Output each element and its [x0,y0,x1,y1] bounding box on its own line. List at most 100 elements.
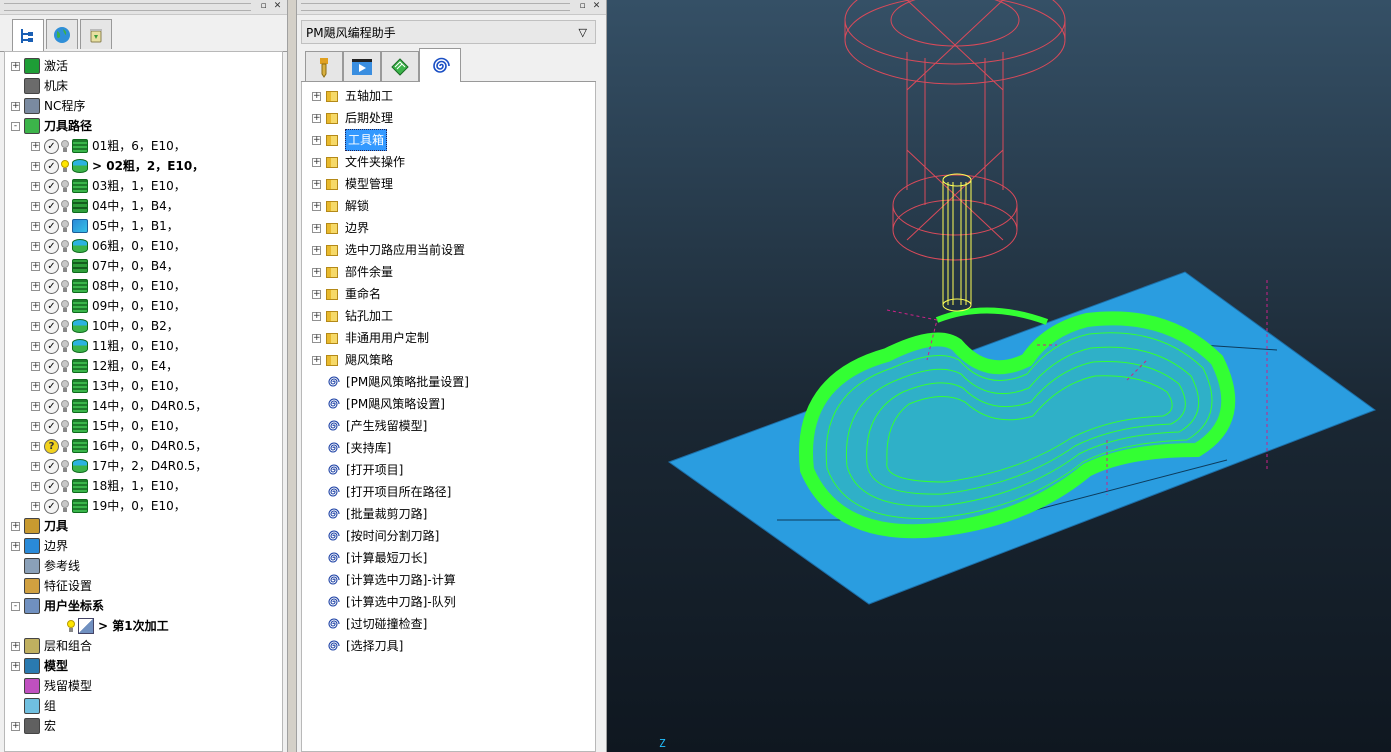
expand-icon[interactable]: + [31,461,40,471]
assistant-command[interactable]: [过切碰撞检查] [326,614,427,634]
lightbulb-icon[interactable] [61,220,69,232]
lightbulb-icon[interactable] [61,460,69,472]
expand-icon[interactable]: + [312,311,321,321]
expand-icon[interactable]: + [31,281,40,291]
expand-icon[interactable]: + [11,521,20,531]
tree-node[interactable]: + 宏 [11,716,56,736]
expand-icon[interactable]: + [31,301,40,311]
lightbulb-icon[interactable] [61,400,69,412]
expand-icon[interactable]: + [31,441,40,451]
assistant-titlebar[interactable]: ▫ ✕ [297,0,606,15]
tree-node[interactable]: 残留模型 [11,676,92,696]
assistant-folder[interactable]: + 边界 [312,218,369,238]
assistant-folder[interactable]: + 钻孔加工 [312,306,393,326]
restore-icon[interactable]: ▫ [258,1,269,12]
drag-grip[interactable] [4,3,251,11]
assistant-command[interactable]: [PM飓风策略设置] [326,394,445,414]
expand-icon[interactable]: + [312,91,321,101]
lightbulb-icon[interactable] [61,200,69,212]
toolpath-item[interactable]: +? 16中，0，D4R0.5， [31,436,207,456]
tab-explorer[interactable] [12,19,44,52]
lightbulb-icon[interactable] [61,180,69,192]
assistant-command[interactable]: [按时间分割刀路] [326,526,439,546]
assistant-folder[interactable]: + 解锁 [312,196,369,216]
lightbulb-icon[interactable] [61,480,69,492]
tree-node[interactable]: 参考线 [11,556,80,576]
graphics-viewport[interactable]: Z [607,0,1391,752]
toolpath-item[interactable]: + ✓ 18粗，1，E10， [31,476,186,496]
collapse-icon[interactable]: - [11,121,20,131]
toolpath-item[interactable]: + ✓ 12粗，0，E4， [31,356,178,376]
tree-node[interactable]: + 激活 [11,56,68,76]
lightbulb-icon[interactable] [61,160,69,172]
toolpath-item[interactable]: + ✓ 15中，0，E10， [31,416,186,436]
assistant-command[interactable]: [打开项目] [326,460,403,480]
toolpath-item[interactable]: + ✓ 07中，0，B4， [31,256,179,276]
lightbulb-icon[interactable] [61,320,69,332]
lightbulb-icon[interactable] [61,280,69,292]
assistant-folder[interactable]: + 工具箱 [312,129,388,151]
assistant-command[interactable]: [打开项目所在路径] [326,482,451,502]
assistant-command[interactable]: [产生残留模型] [326,416,427,436]
assistant-command[interactable]: [计算选中刀路]-计算 [326,570,456,590]
lightbulb-icon[interactable] [61,300,69,312]
tree-node[interactable]: 机床 [11,76,68,96]
expand-icon[interactable]: + [312,223,321,233]
expand-icon[interactable]: + [31,341,40,351]
expand-icon[interactable]: + [312,245,321,255]
toolpath-item[interactable]: + ✓ 19中，0，E10， [31,496,186,516]
expand-icon[interactable]: + [312,113,321,123]
toolpath-item[interactable]: + ✓ 05中，1，B1， [31,216,179,236]
assistant-folder[interactable]: + 选中刀路应用当前设置 [312,240,465,260]
expand-icon[interactable]: + [31,141,40,151]
expand-icon[interactable]: + [31,161,40,171]
expand-icon[interactable]: + [312,289,321,299]
expand-icon[interactable]: + [312,157,321,167]
restore-icon[interactable]: ▫ [577,1,588,12]
expand-icon[interactable]: + [31,481,40,491]
assistant-folder[interactable]: + 非通用用户定制 [312,328,429,348]
assistant-folder[interactable]: + 重命名 [312,284,381,304]
lightbulb-icon[interactable] [61,140,69,152]
assistant-folder[interactable]: + 模型管理 [312,174,393,194]
assistant-command[interactable]: [夹持库] [326,438,391,458]
lightbulb-icon[interactable] [61,500,69,512]
expand-icon[interactable]: + [31,261,40,271]
expand-icon[interactable]: + [11,641,20,651]
assistant-command[interactable]: [选择刀具] [326,636,403,656]
toolpath-item[interactable]: + ✓ 04中，1，B4， [31,196,179,216]
assistant-folder[interactable]: + 文件夹操作 [312,152,405,172]
expand-icon[interactable]: + [31,381,40,391]
model-view[interactable] [607,0,1391,752]
toolpath-item[interactable]: + ✓ 08中，0，E10， [31,276,186,296]
tree-node[interactable]: - 用户坐标系 [11,596,104,616]
dropdown-icon[interactable]: ▽ [579,21,587,45]
toolpath-item[interactable]: + ✓ > 02粗，2，E10， [31,156,204,176]
expand-icon[interactable]: + [11,541,20,551]
expand-icon[interactable]: + [31,181,40,191]
toolpath-item[interactable]: + ✓ 17中，2，D4R0.5， [31,456,207,476]
expand-icon[interactable]: + [312,179,321,189]
tree-node[interactable]: + 层和组合 [11,636,92,656]
expand-icon[interactable]: + [11,61,20,71]
tree-node[interactable]: + 模型 [11,656,68,676]
lightbulb-icon[interactable] [61,340,69,352]
tab-tools[interactable] [305,51,343,81]
lightbulb-icon[interactable] [61,380,69,392]
workplane-item[interactable]: > 第1次加工 [67,616,169,636]
expand-icon[interactable]: + [31,421,40,431]
lightbulb-icon[interactable] [61,260,69,272]
tab-hurricane[interactable] [419,48,461,82]
toolpath-item[interactable]: + ✓ 13中，0，E10， [31,376,186,396]
expand-icon[interactable]: + [31,201,40,211]
close-icon[interactable]: ✕ [272,1,283,12]
tree-node[interactable]: + 刀具 [11,516,68,536]
expand-icon[interactable]: + [312,355,321,365]
assistant-command[interactable]: [批量裁剪刀路] [326,504,427,524]
tree-node[interactable]: - 刀具路径 [11,116,92,136]
toolpath-item[interactable]: + ✓ 09中，0，E10， [31,296,186,316]
tree-node[interactable]: 组 [11,696,56,716]
lightbulb-icon[interactable] [61,440,69,452]
toolpath-item[interactable]: + ✓ 01粗，6，E10， [31,136,186,156]
tab-play[interactable] [343,51,381,81]
